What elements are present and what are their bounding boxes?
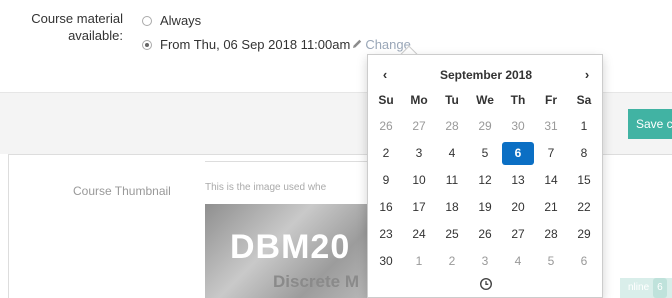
- calendar-day[interactable]: 1: [568, 115, 600, 138]
- divider: [205, 154, 375, 162]
- calendar-day-selected[interactable]: 6: [502, 142, 534, 165]
- weekday-label: Th: [510, 93, 526, 107]
- calendar-day[interactable]: 31: [535, 115, 567, 138]
- calendar-day[interactable]: 28: [535, 223, 567, 246]
- weekday-label: Tu: [445, 93, 459, 107]
- calendar-week-row: 16 17 18 19 20 21 22: [368, 196, 604, 219]
- calendar-day[interactable]: 14: [535, 169, 567, 192]
- availability-label-line1: Course material: [31, 11, 123, 26]
- weekday-header-row: Su Mo Tu We Th Fr Sa: [368, 89, 604, 112]
- calendar-day[interactable]: 27: [502, 223, 534, 246]
- calendar-day[interactable]: 21: [535, 196, 567, 219]
- radio-from[interactable]: [142, 40, 152, 50]
- weekday-label: We: [476, 93, 494, 107]
- calendar-day[interactable]: 30: [502, 115, 534, 138]
- thumbnail-subtitle-text: Discrete M: [273, 272, 359, 291]
- calendar-day[interactable]: 12: [469, 169, 501, 192]
- prev-month-button[interactable]: ‹: [373, 65, 397, 85]
- thumbnail-title-text: DBM20: [230, 228, 351, 266]
- course-thumbnail-label: Course Thumbnail: [73, 184, 171, 198]
- calendar-day[interactable]: 28: [436, 115, 468, 138]
- calendar-day[interactable]: 30: [370, 250, 402, 273]
- online-users-badge[interactable]: nline 6: [620, 278, 672, 298]
- calendar-day[interactable]: 4: [436, 142, 468, 165]
- online-count: 6: [653, 278, 667, 298]
- month-label[interactable]: September 2018: [418, 65, 554, 85]
- calendar-day[interactable]: 27: [403, 115, 435, 138]
- calendar-day[interactable]: 7: [535, 142, 567, 165]
- calendar-day[interactable]: 26: [469, 223, 501, 246]
- option-from-row: From Thu, 06 Sep 2018 11:00am Change: [160, 37, 411, 52]
- calendar-day[interactable]: 22: [568, 196, 600, 219]
- calendar-day[interactable]: 29: [568, 223, 600, 246]
- calendar-week-row: 2345678: [368, 142, 604, 165]
- calendar-week-row: 30 1 2 3 4 5 6: [368, 250, 604, 273]
- calendar-day[interactable]: 9: [370, 169, 402, 192]
- calendar-day[interactable]: 24: [403, 223, 435, 246]
- calendar-week-row: 9 10 11 12 13 14 15: [368, 169, 604, 192]
- weekday-label: Mo: [410, 93, 428, 107]
- calendar-day[interactable]: 2: [370, 142, 402, 165]
- calendar-week-row: 26 27 28 29 30 31 1: [368, 115, 604, 138]
- calendar-day[interactable]: 19: [469, 196, 501, 219]
- pencil-icon[interactable]: [351, 38, 363, 50]
- calendar-day[interactable]: 10: [403, 169, 435, 192]
- calendar-day[interactable]: 20: [502, 196, 534, 219]
- calendar-day[interactable]: 18: [436, 196, 468, 219]
- weekday-label: Su: [378, 93, 394, 107]
- weekday-label: Sa: [576, 93, 592, 107]
- calendar-day[interactable]: 2: [436, 250, 468, 273]
- calendar-day[interactable]: 29: [469, 115, 501, 138]
- datepicker-header: ‹ September 2018 ›: [368, 65, 604, 85]
- calendar-day[interactable]: 5: [535, 250, 567, 273]
- calendar-day[interactable]: 3: [469, 250, 501, 273]
- calendar-day[interactable]: 8: [568, 142, 600, 165]
- calendar-day[interactable]: 4: [502, 250, 534, 273]
- calendar-day[interactable]: 23: [370, 223, 402, 246]
- option-from-label: From Thu, 06 Sep 2018 11:00am: [160, 37, 351, 52]
- calendar-day[interactable]: 17: [403, 196, 435, 219]
- course-thumbnail-image[interactable]: DBM20 Discrete M: [205, 204, 380, 298]
- availability-label-line2: available:: [68, 28, 123, 43]
- calendar-day[interactable]: 3: [403, 142, 435, 165]
- calendar-day[interactable]: 26: [370, 115, 402, 138]
- calendar-day[interactable]: 16: [370, 196, 402, 219]
- weekday-label: Fr: [545, 93, 557, 107]
- thumbnail-help-text: This is the image used whe: [205, 182, 327, 193]
- clock-icon[interactable]: [479, 277, 493, 291]
- calendar-day[interactable]: 11: [436, 169, 468, 192]
- calendar-day[interactable]: 13: [502, 169, 534, 192]
- online-label: nline: [628, 282, 650, 293]
- save-changes-button[interactable]: Save chang: [628, 109, 672, 139]
- radio-always[interactable]: [142, 16, 152, 26]
- datepicker: ‹ September 2018 › Su Mo Tu We Th Fr Sa 26 27 28 2…: [367, 54, 603, 298]
- calendar-day[interactable]: 25: [436, 223, 468, 246]
- calendar-day[interactable]: 1: [403, 250, 435, 273]
- calendar-day[interactable]: 15: [568, 169, 600, 192]
- calendar-day[interactable]: 6: [568, 250, 600, 273]
- next-month-button[interactable]: ›: [575, 65, 599, 85]
- calendar-week-row: 23 24 25 26 27 28 29: [368, 223, 604, 246]
- option-always-label: Always: [160, 13, 202, 28]
- calendar-day[interactable]: 5: [469, 142, 501, 165]
